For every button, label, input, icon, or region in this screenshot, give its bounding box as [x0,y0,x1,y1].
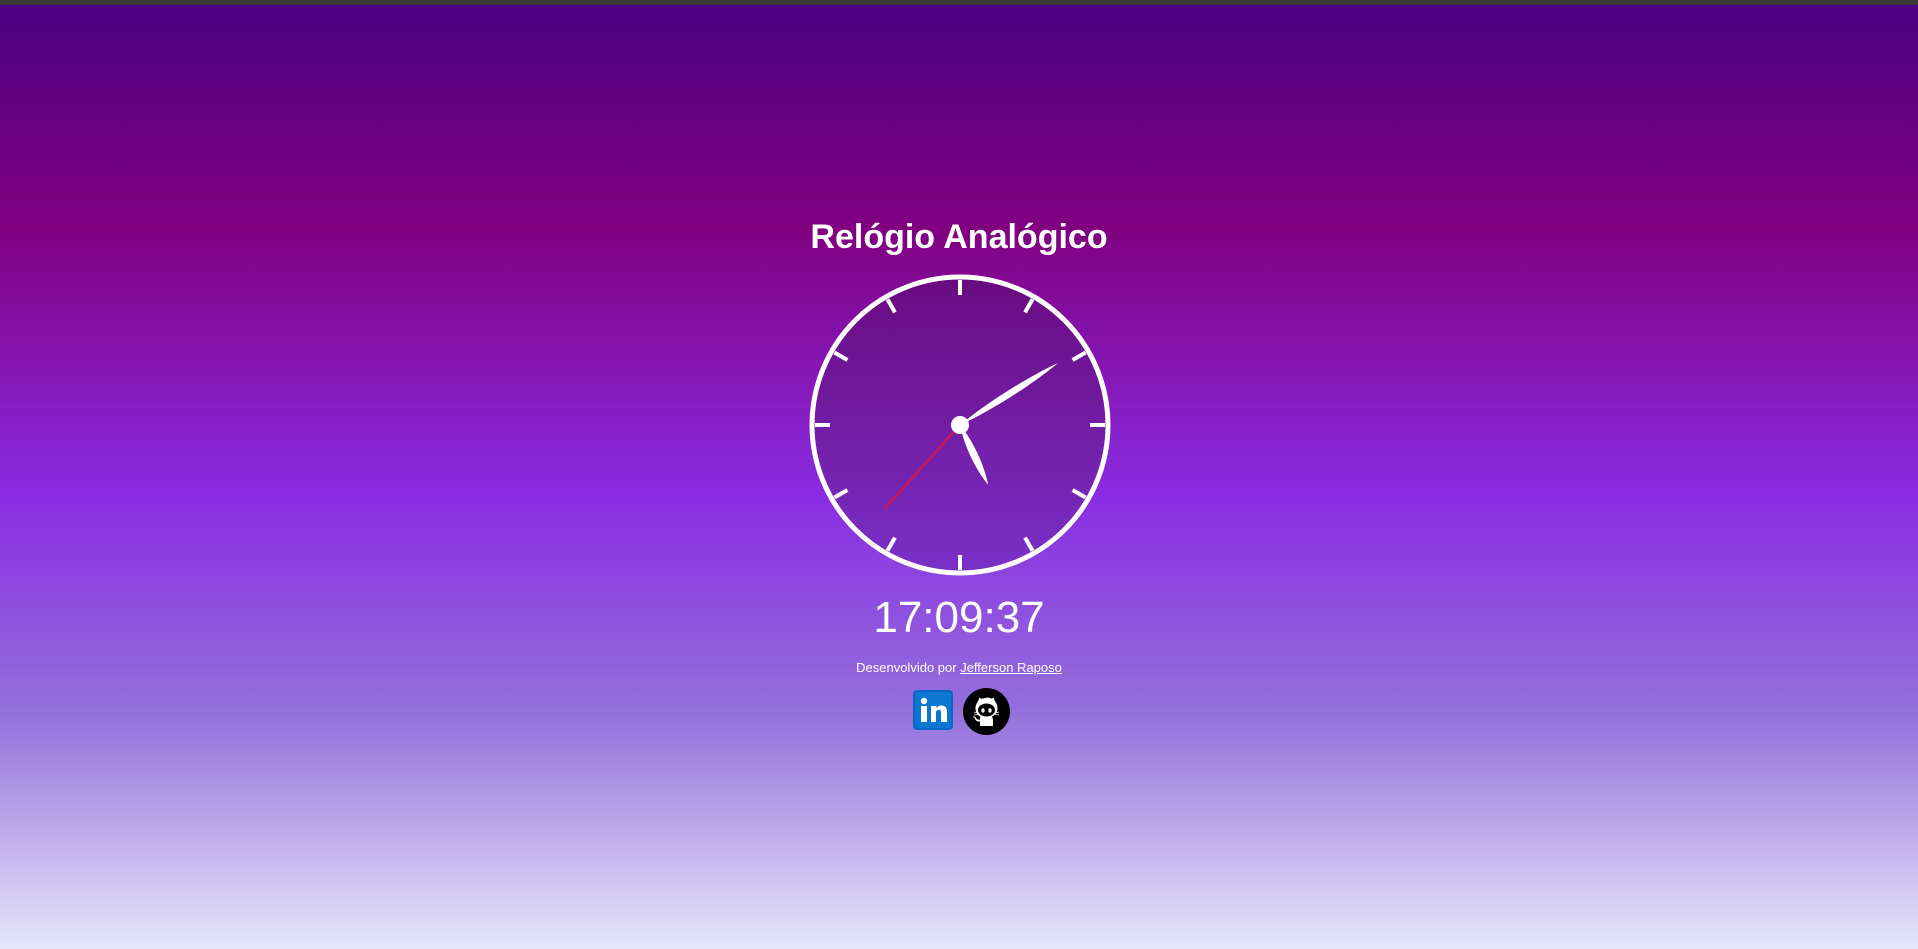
page-title: Relógio Analógico [810,218,1108,256]
browser-top-bar [0,0,1918,5]
github-link[interactable] [963,688,1010,735]
linkedin-link[interactable] [913,690,953,730]
github-icon [963,688,1010,735]
clock-face [809,274,1111,576]
credit-line: Desenvolvido por Jefferson Raposo [0,659,1918,677]
analog-clock [809,274,1111,576]
digital-time: 17:09:37 [873,593,1045,642]
credit-prefix: Desenvolvido por [856,660,957,675]
linkedin-icon [913,690,953,730]
author-link[interactable]: Jefferson Raposo [960,660,1062,675]
social-links [913,688,1013,736]
center-pin [951,416,969,434]
